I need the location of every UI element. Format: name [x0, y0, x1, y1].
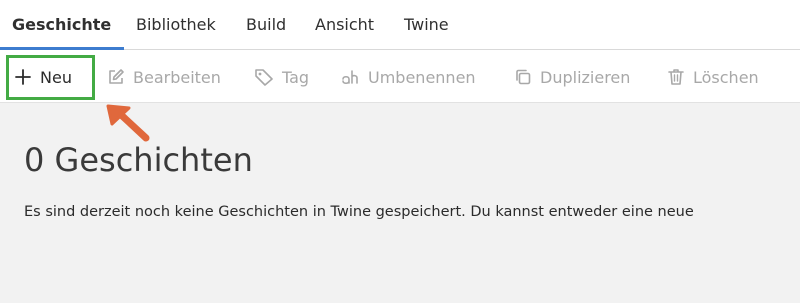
stories-count-title: 0 Geschichten: [24, 141, 253, 179]
tag-story-label: Tag: [282, 67, 310, 87]
edit-story-label: Bearbeiten: [133, 67, 221, 87]
tab-build[interactable]: Build: [246, 0, 286, 50]
rename-story-label: Umbenennen: [368, 67, 476, 87]
rename-story-button[interactable]: Umbenennen: [340, 63, 476, 91]
tab-bibliothek[interactable]: Bibliothek: [136, 0, 216, 50]
tab-geschichte[interactable]: Geschichte: [12, 0, 111, 50]
pencil-icon: [109, 69, 124, 84]
menu-tab-bar: Geschichte Bibliothek Build Ansicht Twin…: [0, 0, 800, 50]
empty-library-message: Es sind derzeit noch keine Geschichten i…: [24, 204, 694, 220]
tab-twine[interactable]: Twine: [404, 0, 449, 50]
delete-story-button[interactable]: Löschen: [667, 63, 759, 91]
story-toolbar: Neu Bearbeiten Tag Umbenennen Dupliziere…: [0, 50, 800, 103]
edit-story-button[interactable]: Bearbeiten: [107, 63, 221, 91]
new-story-button[interactable]: Neu: [14, 63, 72, 91]
duplicate-story-button[interactable]: Duplizieren: [514, 63, 630, 91]
plus-icon: [15, 69, 31, 85]
tag-icon: [255, 69, 273, 86]
duplicate-story-label: Duplizieren: [540, 67, 631, 87]
rename-icon: [342, 70, 358, 85]
trash-icon: [668, 69, 684, 85]
tag-story-button[interactable]: Tag: [254, 63, 309, 91]
annotation-arrow-icon: [106, 104, 150, 142]
tab-ansicht[interactable]: Ansicht: [315, 0, 374, 50]
delete-story-label: Löschen: [693, 67, 759, 87]
new-story-label: Neu: [40, 67, 72, 87]
copy-icon: [516, 69, 531, 85]
